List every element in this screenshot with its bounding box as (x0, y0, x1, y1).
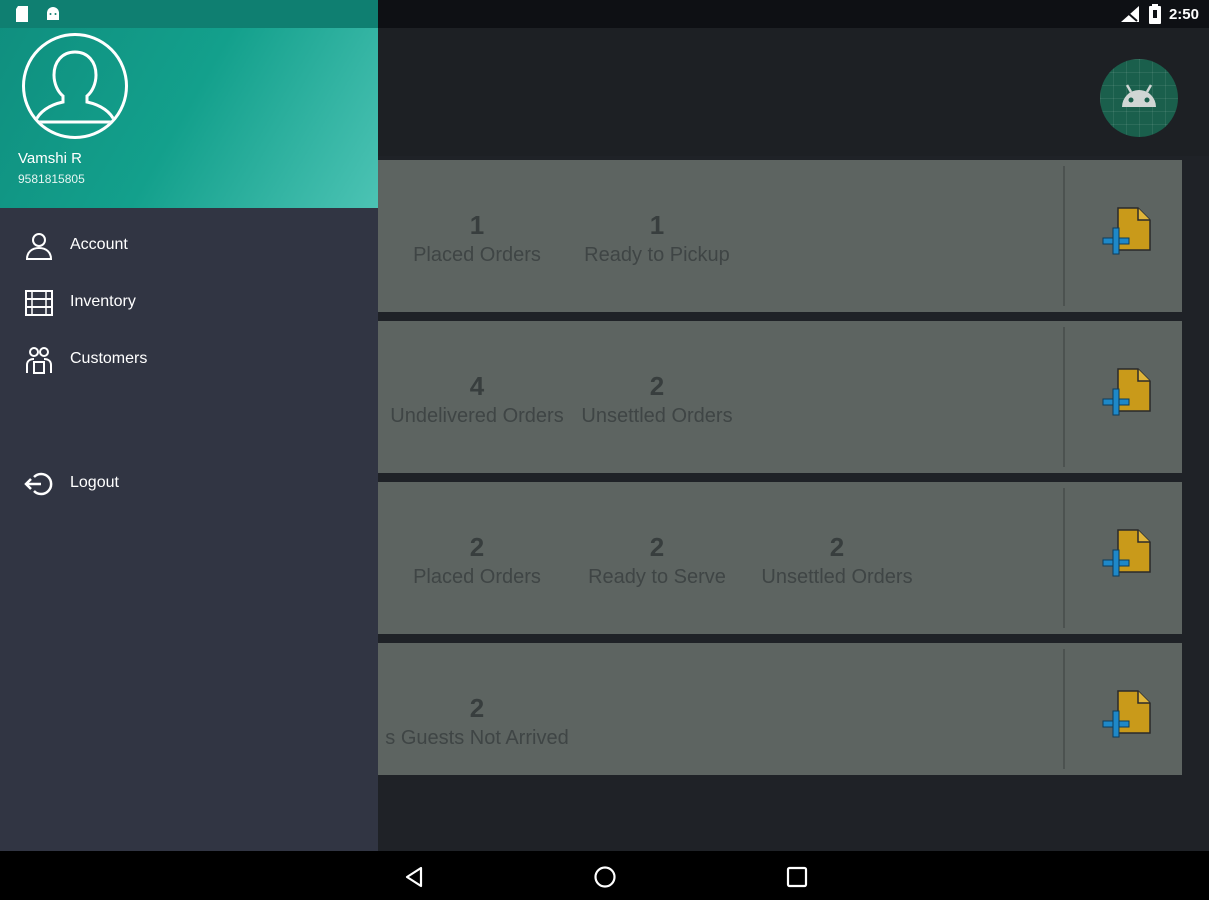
order-card-3[interactable]: 2 Placed Orders 2 Ready to Serve 2 Unset… (330, 482, 1182, 634)
drawer-item-label: Logout (70, 474, 119, 491)
customers-icon (26, 347, 52, 374)
card-divider (1063, 166, 1065, 306)
drawer-item-customers[interactable]: Customers (0, 335, 378, 385)
profile-avatar[interactable] (22, 33, 128, 139)
drawer-item-inventory[interactable]: Inventory (0, 278, 378, 328)
user-silhouette-icon (32, 50, 118, 124)
account-icon (25, 233, 53, 260)
stat-label: Unsettled Orders (581, 405, 733, 427)
status-time: 2:50 (1168, 5, 1199, 23)
system-nav-bar (0, 851, 1209, 900)
recents-icon[interactable] (785, 865, 809, 889)
android-robot-icon (1122, 84, 1156, 107)
logout-icon (24, 472, 53, 496)
order-card-4[interactable]: 2 s Guests Not Arrived (330, 643, 1182, 775)
stat-value: 2 (649, 532, 665, 562)
card-divider (1063, 649, 1065, 769)
stat-ready-to-serve[interactable]: 2 Ready to Serve (557, 532, 757, 589)
drawer-item-logout[interactable]: Logout (0, 459, 378, 509)
drawer-status-strip (0, 0, 378, 28)
stat-undelivered-orders[interactable]: 4 Undelivered Orders (377, 371, 577, 428)
order-card-1[interactable]: 1 Placed Orders 1 Ready to Pickup (330, 160, 1182, 312)
stat-value: 1 (649, 210, 665, 240)
sd-card-icon (16, 6, 28, 22)
user-name: Vamshi R (18, 150, 82, 167)
stat-guests-not-arrived[interactable]: 2 s Guests Not Arrived (377, 693, 577, 750)
drawer-item-account[interactable]: Account (0, 221, 378, 271)
stat-value: 4 (469, 371, 485, 401)
drawer-header: Vamshi R 9581815805 (0, 0, 378, 208)
add-order-icon[interactable] (1100, 687, 1152, 743)
card-divider (1063, 327, 1065, 467)
stat-value: 2 (469, 532, 485, 562)
battery-icon (1148, 4, 1161, 24)
stat-placed-orders[interactable]: 1 Placed Orders (377, 210, 577, 267)
stat-label: Ready to Serve (588, 566, 726, 588)
stat-label: Undelivered Orders (390, 405, 564, 427)
signal-icon (1120, 6, 1139, 22)
home-icon[interactable] (593, 865, 617, 889)
stat-unsettled-orders[interactable]: 2 Unsettled Orders (737, 532, 937, 589)
stat-label: Unsettled Orders (761, 566, 913, 588)
stat-ready-to-pickup[interactable]: 1 Ready to Pickup (557, 210, 757, 267)
stat-placed-orders[interactable]: 2 Placed Orders (377, 532, 577, 589)
navigation-drawer: Vamshi R 9581815805 Account Inventory Cu… (0, 0, 378, 851)
stat-value: 1 (469, 210, 485, 240)
drawer-item-label: Customers (70, 350, 148, 367)
drawer-item-label: Inventory (70, 293, 136, 310)
add-order-icon[interactable] (1100, 526, 1152, 582)
android-debug-icon (47, 7, 59, 20)
card-divider (1063, 488, 1065, 628)
add-order-icon[interactable] (1100, 204, 1152, 260)
stat-label: Ready to Pickup (584, 244, 730, 266)
drawer-item-label: Account (70, 236, 128, 253)
android-avatar-button[interactable] (1100, 59, 1178, 137)
stat-label: Placed Orders (413, 566, 541, 588)
stat-value: 2 (649, 371, 665, 401)
stat-label: s Guests Not Arrived (385, 727, 569, 749)
stat-unsettled-orders[interactable]: 2 Unsettled Orders (557, 371, 757, 428)
stat-value: 2 (469, 693, 485, 723)
back-icon[interactable] (402, 865, 426, 889)
stat-value: 2 (829, 532, 845, 562)
order-card-2[interactable]: 4 Undelivered Orders 2 Unsettled Orders (330, 321, 1182, 473)
inventory-icon (25, 290, 53, 316)
user-phone: 9581815805 (18, 172, 85, 186)
stat-label: Placed Orders (413, 244, 541, 266)
add-order-icon[interactable] (1100, 365, 1152, 421)
